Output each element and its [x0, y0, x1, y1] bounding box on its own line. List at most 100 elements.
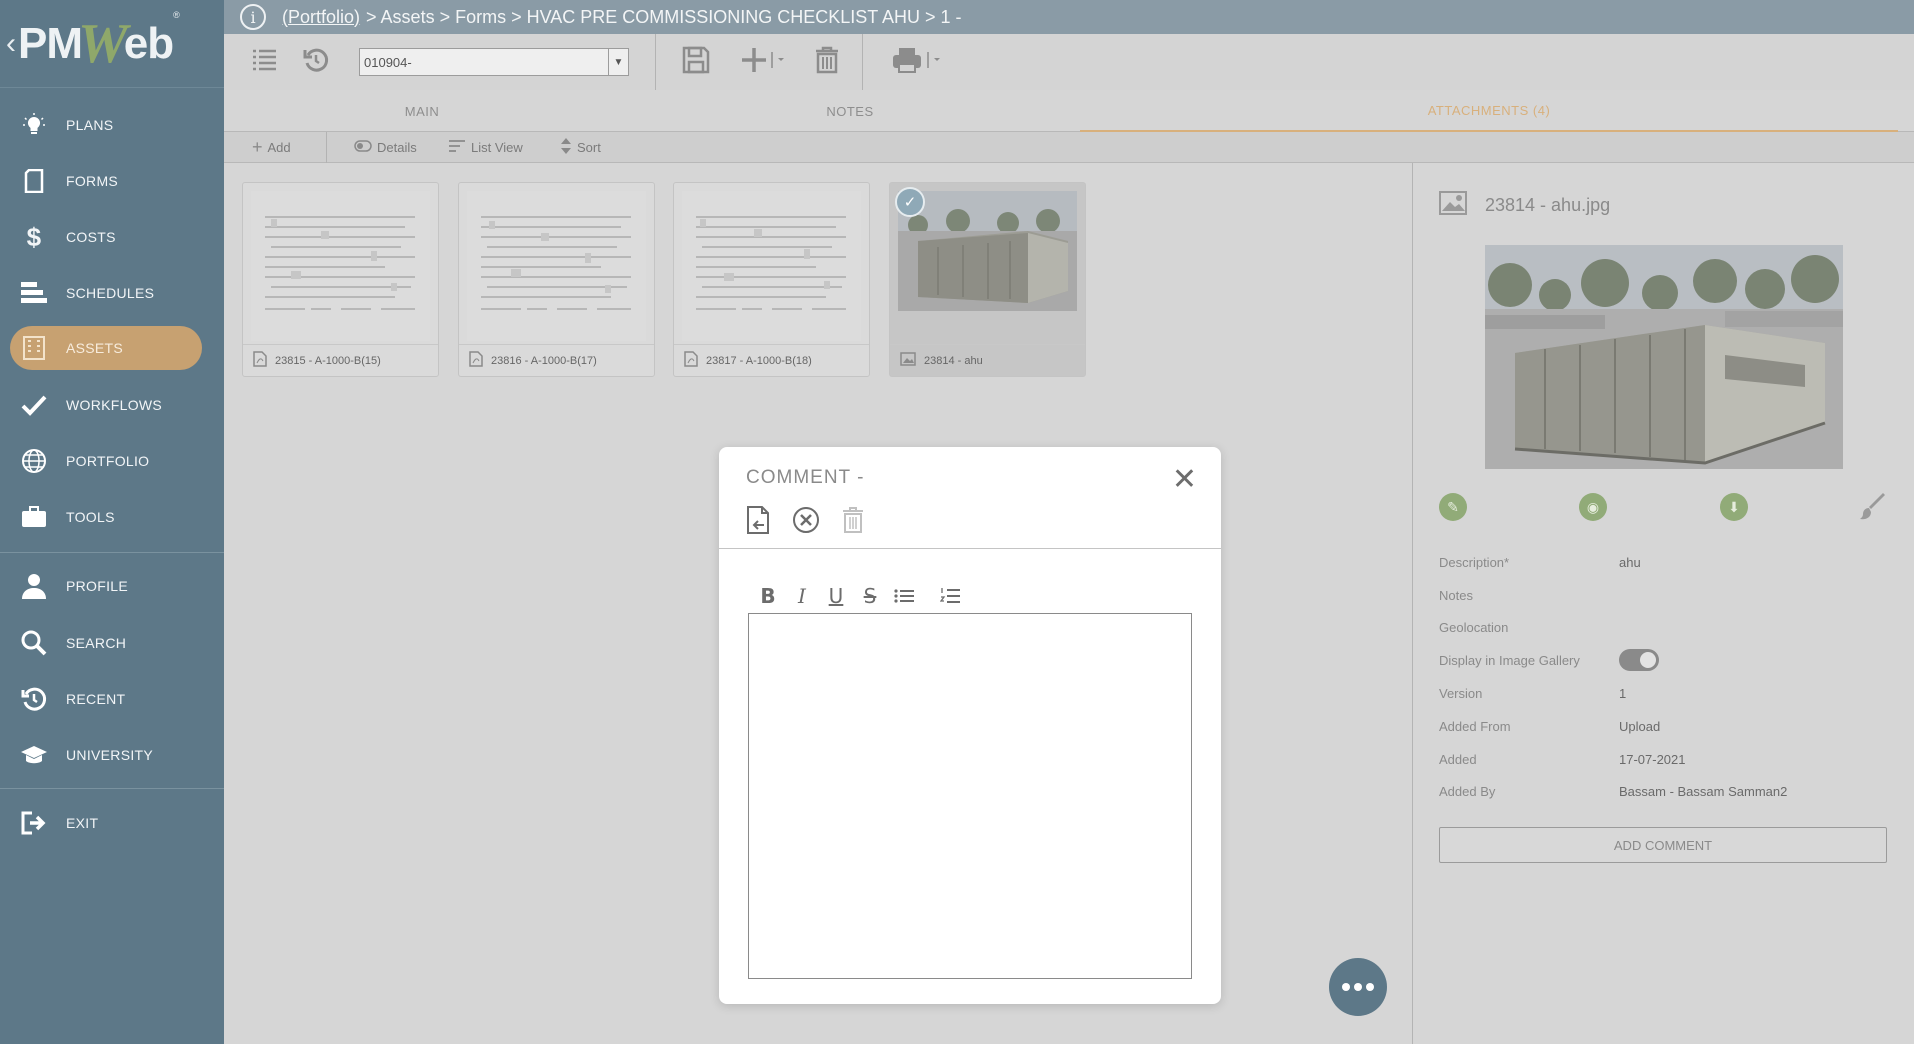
- sort-button[interactable]: Sort: [560, 132, 601, 162]
- form-tabs: MAIN NOTES ATTACHMENTS (4): [224, 90, 1914, 132]
- attachment-name: 23815 - A-1000-B(15): [275, 354, 381, 367]
- tab-label: MAIN: [404, 103, 440, 119]
- field-label: Notes: [1439, 587, 1473, 603]
- view-eye-icon[interactable]: ◉: [1579, 493, 1607, 521]
- attachment-name: 23816 - A-1000-B(17): [491, 354, 597, 367]
- comment-editor[interactable]: [748, 613, 1192, 979]
- tab-notes[interactable]: NOTES: [620, 90, 1080, 132]
- nav-item-recent[interactable]: RECENT: [0, 676, 224, 722]
- field-value[interactable]: ahu: [1619, 555, 1641, 570]
- more-actions-button[interactable]: [1329, 958, 1387, 1016]
- logo-text-pm: PM: [18, 18, 83, 68]
- brush-icon[interactable]: [1859, 493, 1887, 526]
- underline-icon[interactable]: U: [823, 583, 849, 609]
- numbered-list-icon[interactable]: [937, 583, 963, 609]
- display-in-gallery-toggle[interactable]: [1619, 649, 1659, 671]
- toolbar-divider: [655, 34, 656, 90]
- history-icon: [20, 685, 48, 713]
- nav-label: EXIT: [66, 815, 99, 831]
- field-label: Added By: [1439, 783, 1496, 799]
- cancel-circle-icon[interactable]: [792, 506, 820, 534]
- edit-pencil-icon[interactable]: ✎: [1439, 493, 1467, 521]
- pdf-file-icon: [253, 351, 267, 370]
- dialog-title: COMMENT -: [746, 467, 865, 488]
- nav-item-costs[interactable]: $ COSTS: [0, 214, 224, 260]
- logo-text-eb: eb: [123, 18, 174, 68]
- nav-label: RECENT: [66, 691, 126, 707]
- nav-item-search[interactable]: SEARCH: [0, 620, 224, 666]
- nav-label: COSTS: [66, 229, 116, 245]
- nav-item-plans[interactable]: PLANS: [0, 102, 224, 148]
- breadcrumb-portfolio-link[interactable]: (Portfolio): [282, 7, 360, 28]
- briefcase-icon: [20, 503, 48, 531]
- download-icon[interactable]: ⬇: [1720, 493, 1748, 521]
- italic-icon[interactable]: I: [789, 583, 815, 609]
- field-version: Version 1: [1439, 681, 1879, 705]
- field-label: Added: [1439, 751, 1477, 767]
- field-label: Added From: [1439, 718, 1511, 734]
- delete-icon[interactable]: [814, 46, 840, 79]
- dot-icon: [1366, 983, 1374, 991]
- attachment-card[interactable]: 23816 - A-1000-B(17): [458, 182, 655, 377]
- field-label: Description*: [1439, 554, 1510, 570]
- document-thumbnail: [467, 191, 646, 341]
- nav-item-exit[interactable]: EXIT: [0, 800, 224, 846]
- nav-item-forms[interactable]: FORMS: [0, 158, 224, 204]
- add-attachment-button[interactable]: + Add: [252, 132, 291, 162]
- nav-item-university[interactable]: UNIVERSITY: [0, 732, 224, 778]
- add-comment-button[interactable]: ADD COMMENT: [1439, 827, 1887, 863]
- document-thumbnail: [682, 191, 861, 341]
- selected-check-icon[interactable]: ✓: [895, 187, 925, 217]
- attachment-label: 23814 - ahu: [890, 344, 1085, 376]
- nav-item-tools[interactable]: TOOLS: [0, 494, 224, 540]
- save-icon[interactable]: [682, 46, 710, 79]
- toggle-icon: [354, 139, 372, 155]
- dialog-divider: [719, 548, 1221, 549]
- attachment-card[interactable]: 23817 - A-1000-B(18): [673, 182, 870, 377]
- strikethrough-icon[interactable]: S: [857, 583, 883, 609]
- nav-label: TOOLS: [66, 509, 115, 525]
- nav-label: PROFILE: [66, 578, 129, 594]
- nav-label: UNIVERSITY: [66, 747, 154, 763]
- pmweb-logo[interactable]: ‹ PM W eb ®: [0, 0, 224, 88]
- close-icon[interactable]: ✕: [1172, 465, 1197, 495]
- delete-icon[interactable]: [842, 506, 864, 534]
- tab-main[interactable]: MAIN: [224, 90, 620, 132]
- attachment-card-selected[interactable]: ✓ 23814 - ahu: [889, 182, 1086, 377]
- document-icon: [20, 167, 48, 195]
- attachment-preview-image[interactable]: [1485, 245, 1843, 469]
- list-view-button[interactable]: List View: [448, 132, 523, 162]
- nav-item-profile[interactable]: PROFILE: [0, 563, 224, 609]
- toolbar-divider: [862, 34, 863, 90]
- person-icon: [20, 572, 48, 600]
- gantt-icon: [20, 279, 48, 307]
- attachment-details-panel: 23814 - ahu.jpg ✎ ◉ ⬇ Description* ahu N…: [1412, 163, 1914, 1044]
- record-select-value: 010904-: [364, 55, 412, 70]
- nav-item-portfolio[interactable]: PORTFOLIO: [0, 438, 224, 484]
- info-icon[interactable]: i: [240, 4, 266, 30]
- record-select[interactable]: 010904- ▼: [359, 48, 629, 76]
- dot-icon: [1342, 983, 1350, 991]
- nav-item-workflows[interactable]: WORKFLOWS: [0, 382, 224, 428]
- lightbulb-icon: [20, 111, 48, 139]
- add-icon[interactable]: [740, 46, 792, 79]
- nav-item-assets[interactable]: ASSETS: [10, 326, 202, 370]
- back-chevron-icon[interactable]: ‹: [6, 27, 16, 61]
- pdf-file-icon: [684, 351, 698, 370]
- logo-text-w: W: [78, 12, 128, 75]
- chevron-down-icon[interactable]: ▼: [608, 49, 628, 75]
- nav-item-schedules[interactable]: SCHEDULES: [0, 270, 224, 316]
- list-icon[interactable]: [250, 46, 278, 79]
- checkmark-icon: [20, 391, 48, 419]
- list-view-icon: [448, 139, 466, 156]
- history-icon[interactable]: [302, 46, 330, 79]
- details-toggle[interactable]: Details: [354, 132, 417, 162]
- bullet-list-icon[interactable]: [891, 583, 917, 609]
- save-and-close-icon[interactable]: [746, 506, 770, 534]
- nav-label: PLANS: [66, 117, 114, 133]
- bold-icon[interactable]: B: [755, 583, 781, 609]
- attachment-card[interactable]: 23815 - A-1000-B(15): [242, 182, 439, 377]
- print-icon[interactable]: [892, 46, 948, 79]
- tab-attachments[interactable]: ATTACHMENTS (4): [1080, 90, 1898, 132]
- field-label: Display in Image Gallery: [1439, 652, 1580, 668]
